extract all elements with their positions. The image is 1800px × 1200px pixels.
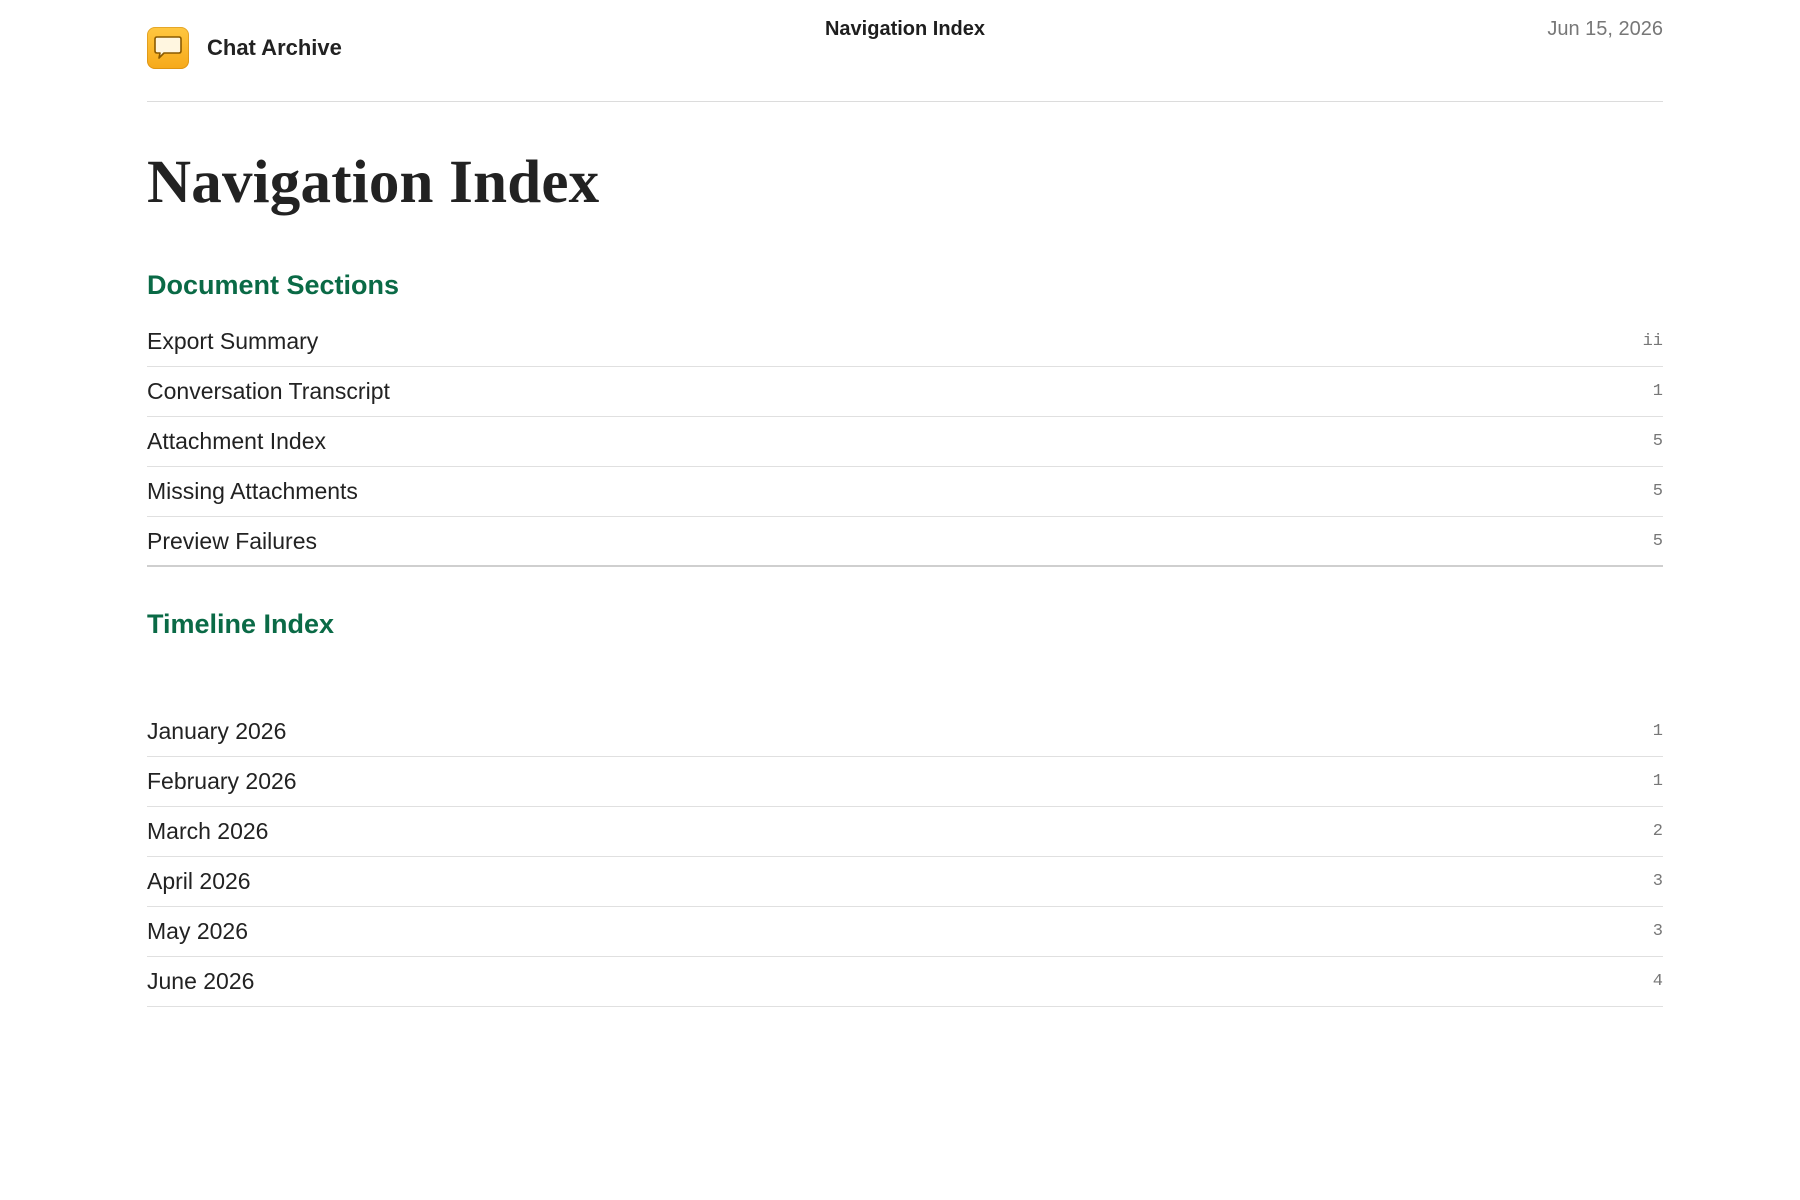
timeline-entry-may-2026[interactable]: May 2026 3 bbox=[147, 907, 1663, 957]
timeline-entry-page: 3 bbox=[1652, 922, 1663, 941]
timeline-entry-page: 2 bbox=[1652, 822, 1663, 841]
timeline-index-list: January 2026 1 February 2026 1 March 202… bbox=[147, 707, 1663, 1007]
toc-entry-export-summary[interactable]: Export Summary ii bbox=[147, 317, 1663, 367]
document-page: Chat Archive Navigation Index Jun 15, 20… bbox=[147, 0, 1663, 1007]
timeline-entry-january-2026[interactable]: January 2026 1 bbox=[147, 707, 1663, 757]
timeline-entry-page: 4 bbox=[1652, 972, 1663, 991]
timeline-entry-page: 3 bbox=[1652, 872, 1663, 891]
document-sections-heading: Document Sections bbox=[147, 270, 400, 300]
timeline-entry-june-2026[interactable]: June 2026 4 bbox=[147, 957, 1663, 1007]
toc-entry-page: 1 bbox=[1652, 382, 1663, 401]
toc-entry-attachment-index[interactable]: Attachment Index 5 bbox=[147, 417, 1663, 467]
timeline-entry-label: January 2026 bbox=[147, 718, 287, 744]
toc-entry-label: Attachment Index bbox=[147, 428, 326, 454]
timeline-entry-label: June 2026 bbox=[147, 968, 255, 994]
timeline-entry-label: April 2026 bbox=[147, 868, 251, 894]
page-title: Navigation Index bbox=[147, 149, 600, 216]
toc-entry-page: 5 bbox=[1652, 531, 1663, 551]
toc-entry-page: 5 bbox=[1652, 432, 1663, 451]
header-date: Jun 15, 2026 bbox=[1547, 18, 1663, 40]
timeline-entry-april-2026[interactable]: April 2026 3 bbox=[147, 857, 1663, 907]
timeline-entry-page: 1 bbox=[1652, 772, 1663, 791]
timeline-entry-label: March 2026 bbox=[147, 818, 269, 844]
toc-entry-preview-failures[interactable]: Preview Failures 5 bbox=[147, 517, 1663, 567]
timeline-entry-february-2026[interactable]: February 2026 1 bbox=[147, 757, 1663, 807]
toc-entry-label: Missing Attachments bbox=[147, 478, 358, 504]
toc-entry-missing-attachments[interactable]: Missing Attachments 5 bbox=[147, 467, 1663, 517]
document-sections-list: Export Summary ii Conversation Transcrip… bbox=[147, 317, 1663, 567]
toc-entry-label: Export Summary bbox=[147, 328, 319, 354]
timeline-entry-label: May 2026 bbox=[147, 918, 249, 944]
toc-entry-page: 5 bbox=[1652, 482, 1663, 501]
toc-entry-conversation-transcript[interactable]: Conversation Transcript 1 bbox=[147, 367, 1663, 417]
timeline-index-heading: Timeline Index bbox=[147, 609, 335, 639]
timeline-entry-label: February 2026 bbox=[147, 768, 297, 794]
toc-entry-page: ii bbox=[1642, 332, 1663, 351]
page-header: Chat Archive Navigation Index Jun 15, 20… bbox=[147, 0, 1663, 102]
timeline-entry-march-2026[interactable]: March 2026 2 bbox=[147, 807, 1663, 857]
timeline-entry-page: 1 bbox=[1652, 722, 1663, 741]
header-title: Navigation Index bbox=[824, 18, 986, 40]
toc-entry-label: Conversation Transcript bbox=[147, 378, 390, 404]
toc-entry-label: Preview Failures bbox=[147, 527, 317, 554]
